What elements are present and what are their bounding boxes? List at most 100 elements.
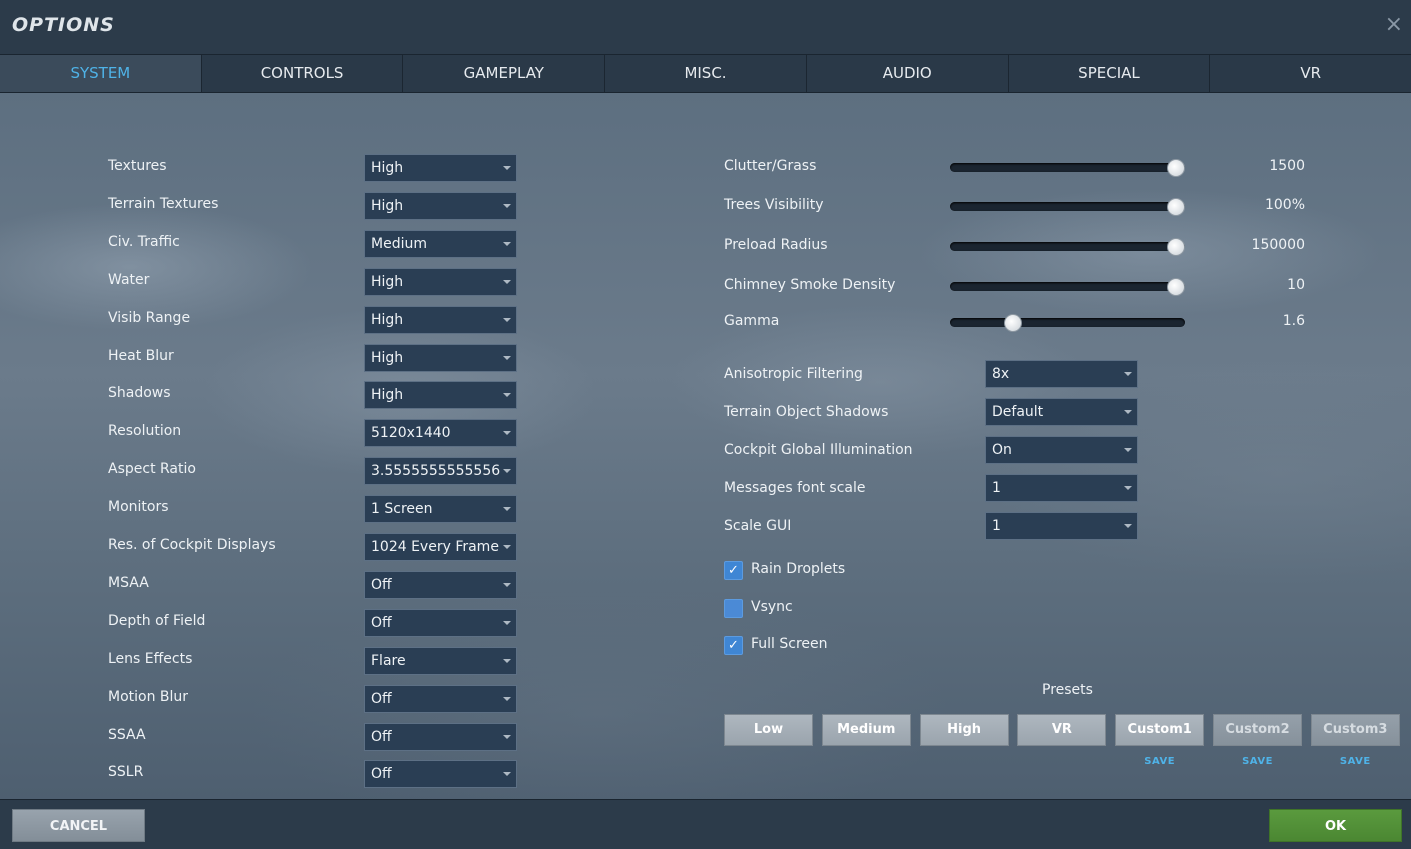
chevron-down-icon [503, 545, 511, 549]
dropdown-value: 8x [992, 366, 1009, 382]
dropdown-value: High [371, 274, 403, 290]
setting-label-ssaa: SSAA [108, 727, 146, 743]
slider-track-chimney-smoke-density[interactable] [950, 282, 1185, 291]
dropdown-ssaa[interactable]: Off [364, 723, 517, 751]
dropdown-value: High [371, 160, 403, 176]
tab-misc[interactable]: MISC. [605, 55, 807, 92]
slider-thumb-trees-visibility[interactable] [1167, 198, 1185, 216]
chevron-down-icon [503, 393, 511, 397]
preset-button-custom3[interactable]: Custom3 [1311, 714, 1400, 746]
dropdown-resolution[interactable]: 5120x1440 [364, 419, 517, 447]
dropdown-value: On [992, 442, 1012, 458]
dropdown-aspect-ratio[interactable]: 3.5555555555556 [364, 457, 517, 485]
slider-label-chimney-smoke-density: Chimney Smoke Density [724, 277, 895, 293]
dropdown-sslr[interactable]: Off [364, 760, 517, 788]
close-icon[interactable]: × [1385, 12, 1403, 37]
setting-label-resolution: Resolution [108, 423, 181, 439]
setting-label-lens-effects: Lens Effects [108, 651, 192, 667]
dropdown-shadows[interactable]: High [364, 381, 517, 409]
slider-track-clutter-grass[interactable] [950, 163, 1185, 172]
dropdown-res-of-cockpit-displays[interactable]: 1024 Every Frame [364, 533, 517, 561]
dropdown-msaa[interactable]: Off [364, 571, 517, 599]
checkbox-full-screen[interactable]: ✓ [724, 636, 743, 655]
slider-label-clutter-grass: Clutter/Grass [724, 158, 816, 174]
slider-thumb-preload-radius[interactable] [1167, 238, 1185, 256]
dropdown-water[interactable]: High [364, 268, 517, 296]
dropdown-value: Default [992, 404, 1043, 420]
cancel-button[interactable]: CANCEL [12, 809, 145, 842]
chevron-down-icon [503, 469, 511, 473]
dropdown-heat-blur[interactable]: High [364, 344, 517, 372]
dropdown-monitors[interactable]: 1 Screen [364, 495, 517, 523]
slider-thumb-clutter-grass[interactable] [1167, 159, 1185, 177]
preset-button-medium[interactable]: Medium [822, 714, 911, 746]
setting-label-textures: Textures [108, 158, 167, 174]
chevron-down-icon [503, 735, 511, 739]
dropdown-value: Flare [371, 653, 406, 669]
checkbox-label-full-screen: Full Screen [751, 636, 828, 652]
preset-button-vr[interactable]: VR [1017, 714, 1106, 746]
tab-special[interactable]: SPECIAL [1009, 55, 1211, 92]
setting-label-water: Water [108, 272, 149, 288]
chevron-down-icon [503, 280, 511, 284]
save-link-custom1[interactable]: SAVE [1115, 756, 1204, 767]
slider-thumb-chimney-smoke-density[interactable] [1167, 278, 1185, 296]
checkbox-label-rain-droplets: Rain Droplets [751, 561, 845, 577]
checkbox-vsync[interactable] [724, 599, 743, 618]
slider-label-gamma: Gamma [724, 313, 779, 329]
tab-system[interactable]: SYSTEM [0, 55, 202, 92]
dropdown-lens-effects[interactable]: Flare [364, 647, 517, 675]
chevron-down-icon [503, 356, 511, 360]
dropdown-value: High [371, 312, 403, 328]
window-title: OPTIONS [12, 14, 115, 36]
dropdown-motion-blur[interactable]: Off [364, 685, 517, 713]
setting-label-depth-of-field: Depth of Field [108, 613, 205, 629]
setting-label-msaa: MSAA [108, 575, 149, 591]
preset-button-custom1[interactable]: Custom1 [1115, 714, 1204, 746]
dropdown-textures[interactable]: High [364, 154, 517, 182]
setting-label-scale-gui: Scale GUI [724, 518, 791, 534]
dropdown-civ-traffic[interactable]: Medium [364, 230, 517, 258]
dropdown-cockpit-global-illumination[interactable]: On [985, 436, 1138, 464]
tab-audio[interactable]: AUDIO [807, 55, 1009, 92]
save-link-custom3[interactable]: SAVE [1311, 756, 1400, 767]
dropdown-visib-range[interactable]: High [364, 306, 517, 334]
preset-button-high[interactable]: High [920, 714, 1009, 746]
chevron-down-icon [503, 583, 511, 587]
slider-value-trees-visibility: 100% [1225, 197, 1305, 213]
tab-controls[interactable]: CONTROLS [202, 55, 404, 92]
preset-button-low[interactable]: Low [724, 714, 813, 746]
chevron-down-icon [503, 318, 511, 322]
setting-label-heat-blur: Heat Blur [108, 348, 174, 364]
dropdown-value: High [371, 387, 403, 403]
dropdown-value: 1 [992, 480, 1001, 496]
slider-track-trees-visibility[interactable] [950, 202, 1185, 211]
dropdown-depth-of-field[interactable]: Off [364, 609, 517, 637]
slider-value-chimney-smoke-density: 10 [1225, 277, 1305, 293]
preset-button-custom2[interactable]: Custom2 [1213, 714, 1302, 746]
dropdown-value: Off [371, 577, 392, 593]
tab-vr[interactable]: VR [1210, 55, 1411, 92]
tab-gameplay[interactable]: GAMEPLAY [403, 55, 605, 92]
slider-value-clutter-grass: 1500 [1225, 158, 1305, 174]
dropdown-terrain-object-shadows[interactable]: Default [985, 398, 1138, 426]
setting-label-terrain-textures: Terrain Textures [108, 196, 218, 212]
chevron-down-icon [503, 507, 511, 511]
slider-track-gamma[interactable] [950, 318, 1185, 327]
dropdown-scale-gui[interactable]: 1 [985, 512, 1138, 540]
slider-label-preload-radius: Preload Radius [724, 237, 828, 253]
setting-label-sslr: SSLR [108, 764, 143, 780]
chevron-down-icon [1124, 448, 1132, 452]
dropdown-terrain-textures[interactable]: High [364, 192, 517, 220]
dropdown-value: Off [371, 729, 392, 745]
chevron-down-icon [503, 659, 511, 663]
check-icon: ✓ [728, 563, 739, 578]
dropdown-messages-font-scale[interactable]: 1 [985, 474, 1138, 502]
presets-title: Presets [1042, 682, 1093, 698]
dropdown-anisotropic-filtering[interactable]: 8x [985, 360, 1138, 388]
checkbox-rain-droplets[interactable]: ✓ [724, 561, 743, 580]
setting-label-monitors: Monitors [108, 499, 169, 515]
save-link-custom2[interactable]: SAVE [1213, 756, 1302, 767]
ok-button[interactable]: OK [1269, 809, 1402, 842]
slider-track-preload-radius[interactable] [950, 242, 1185, 251]
